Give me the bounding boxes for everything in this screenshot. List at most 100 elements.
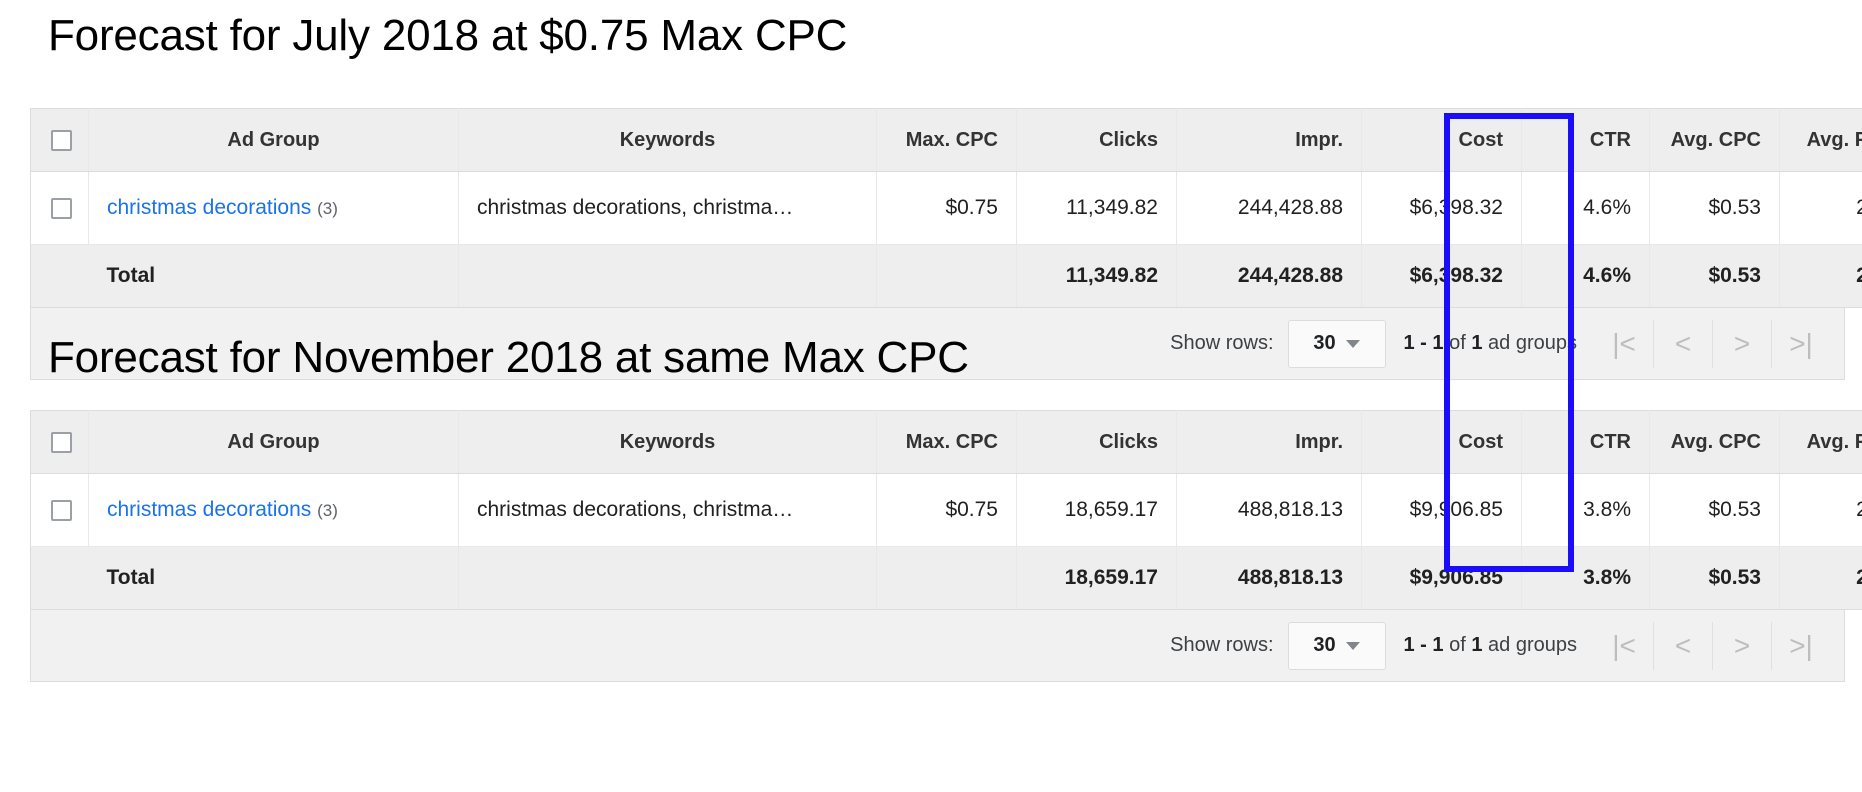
- cell-ad-group: christmas decorations (3): [89, 172, 459, 245]
- pagination-range-of: of: [1449, 332, 1466, 354]
- pagination-range-unit: ad groups: [1488, 634, 1577, 656]
- ad-group-keyword-count: (3): [317, 199, 338, 218]
- cell-ctr: 4.6%: [1522, 172, 1650, 245]
- cell-avg-cpc: $0.53: [1650, 474, 1780, 547]
- forecast-table-november: Ad Group Keywords Max. CPC Clicks Impr. …: [30, 410, 1862, 682]
- pagination-range: 1 - 1 of 1 ad groups: [1404, 332, 1578, 355]
- column-header-ctr[interactable]: CTR: [1522, 109, 1650, 172]
- table-total-row: Total 18,659.17 488,818.13 $9,906.85 3.8…: [31, 547, 1862, 610]
- row-checkbox[interactable]: [51, 198, 72, 219]
- row-select-cell[interactable]: [31, 172, 89, 245]
- show-rows-label: Show rows:: [1170, 634, 1273, 657]
- total-avg-cpc: $0.53: [1650, 547, 1780, 610]
- table-total-row: Total 11,349.82 244,428.88 $6,398.32 4.6…: [31, 245, 1862, 308]
- total-cost: $9,906.85: [1362, 547, 1522, 610]
- show-rows-label: Show rows:: [1170, 332, 1273, 355]
- column-header-impr[interactable]: Impr.: [1177, 109, 1362, 172]
- first-page-icon[interactable]: |<: [1595, 622, 1653, 670]
- page-title-november: Forecast for November 2018 at same Max C…: [48, 336, 969, 380]
- column-header-ad-group[interactable]: Ad Group: [89, 109, 459, 172]
- pagination-range-unit: ad groups: [1488, 332, 1577, 354]
- cell-keywords: christmas decorations, christma…: [459, 172, 877, 245]
- total-max-cpc: [877, 547, 1017, 610]
- column-header-avg-pos[interactable]: Avg. Pos.: [1780, 411, 1862, 474]
- last-page-icon[interactable]: >|: [1771, 622, 1830, 670]
- table-row: christmas decorations (3) christmas deco…: [31, 172, 1862, 245]
- pagination-range-total: 1: [1471, 634, 1482, 656]
- pagination-range-total: 1: [1471, 332, 1482, 354]
- ad-group-link[interactable]: christmas decorations: [107, 498, 311, 521]
- total-impr: 488,818.13: [1177, 547, 1362, 610]
- column-header-impr[interactable]: Impr.: [1177, 411, 1362, 474]
- cell-max-cpc: $0.75: [877, 172, 1017, 245]
- table-header-row: Ad Group Keywords Max. CPC Clicks Impr. …: [31, 411, 1862, 474]
- cell-ctr: 3.8%: [1522, 474, 1650, 547]
- cell-keywords: christmas decorations, christma…: [459, 474, 877, 547]
- section-title-november: Forecast for November 2018 at same Max C…: [48, 336, 969, 380]
- column-header-avg-cpc[interactable]: Avg. CPC: [1650, 109, 1780, 172]
- total-label: Total: [89, 245, 459, 308]
- total-ctr: 4.6%: [1522, 245, 1650, 308]
- next-page-icon[interactable]: >: [1712, 622, 1771, 670]
- row-checkbox[interactable]: [51, 500, 72, 521]
- ad-group-link[interactable]: christmas decorations: [107, 196, 311, 219]
- column-header-ad-group[interactable]: Ad Group: [89, 411, 459, 474]
- pagination-controls: |< < > >|: [1595, 320, 1830, 368]
- total-spacer-cell: [31, 547, 89, 610]
- column-header-ctr[interactable]: CTR: [1522, 411, 1650, 474]
- total-max-cpc: [877, 245, 1017, 308]
- ad-groups-table-november: Ad Group Keywords Max. CPC Clicks Impr. …: [30, 410, 1862, 610]
- total-keywords: [459, 245, 877, 308]
- cell-avg-pos: 2.09: [1780, 172, 1862, 245]
- prev-page-icon[interactable]: <: [1653, 622, 1712, 670]
- page-title-july: Forecast for July 2018 at $0.75 Max CPC: [48, 14, 847, 58]
- column-header-cost[interactable]: Cost: [1362, 109, 1522, 172]
- total-cost: $6,398.32: [1362, 245, 1522, 308]
- column-header-clicks[interactable]: Clicks: [1017, 109, 1177, 172]
- prev-page-icon[interactable]: <: [1653, 320, 1712, 368]
- column-header-cost[interactable]: Cost: [1362, 411, 1522, 474]
- cell-ad-group: christmas decorations (3): [89, 474, 459, 547]
- total-clicks: 11,349.82: [1017, 245, 1177, 308]
- cell-clicks: 18,659.17: [1017, 474, 1177, 547]
- total-avg-pos: 2.09: [1780, 547, 1862, 610]
- chevron-down-icon: [1346, 340, 1360, 348]
- first-page-icon[interactable]: |<: [1595, 320, 1653, 368]
- row-select-cell[interactable]: [31, 474, 89, 547]
- cell-max-cpc: $0.75: [877, 474, 1017, 547]
- rows-per-page-value: 30: [1313, 634, 1335, 657]
- pagination-range-of: of: [1449, 634, 1466, 656]
- screenshot-page: Forecast for July 2018 at $0.75 Max CPC: [0, 0, 1862, 792]
- column-header-max-cpc[interactable]: Max. CPC: [877, 411, 1017, 474]
- column-header-avg-cpc[interactable]: Avg. CPC: [1650, 411, 1780, 474]
- select-all-header[interactable]: [31, 109, 89, 172]
- column-header-max-cpc[interactable]: Max. CPC: [877, 109, 1017, 172]
- select-all-checkbox[interactable]: [51, 432, 72, 453]
- cell-cost: $9,906.85: [1362, 474, 1522, 547]
- column-header-avg-pos[interactable]: Avg. Pos.: [1780, 109, 1862, 172]
- cell-impr: 244,428.88: [1177, 172, 1362, 245]
- total-avg-cpc: $0.53: [1650, 245, 1780, 308]
- pagination-range: 1 - 1 of 1 ad groups: [1404, 634, 1578, 657]
- table-footer-november: Show rows: 30 1 - 1 of 1 ad groups |< < …: [30, 610, 1845, 682]
- select-all-checkbox[interactable]: [51, 130, 72, 151]
- rows-per-page-select[interactable]: 30: [1288, 320, 1386, 368]
- pagination-controls: |< < > >|: [1595, 622, 1830, 670]
- column-header-keywords[interactable]: Keywords: [459, 109, 877, 172]
- cell-avg-cpc: $0.53: [1650, 172, 1780, 245]
- total-label: Total: [89, 547, 459, 610]
- column-header-clicks[interactable]: Clicks: [1017, 411, 1177, 474]
- total-impr: 244,428.88: [1177, 245, 1362, 308]
- last-page-icon[interactable]: >|: [1771, 320, 1830, 368]
- rows-per-page-value: 30: [1313, 332, 1335, 355]
- cell-impr: 488,818.13: [1177, 474, 1362, 547]
- pagination-range-start: 1 - 1: [1404, 634, 1444, 656]
- ad-group-keyword-count: (3): [317, 501, 338, 520]
- total-clicks: 18,659.17: [1017, 547, 1177, 610]
- cell-clicks: 11,349.82: [1017, 172, 1177, 245]
- select-all-header[interactable]: [31, 411, 89, 474]
- table-row: christmas decorations (3) christmas deco…: [31, 474, 1862, 547]
- column-header-keywords[interactable]: Keywords: [459, 411, 877, 474]
- rows-per-page-select[interactable]: 30: [1288, 622, 1386, 670]
- next-page-icon[interactable]: >: [1712, 320, 1771, 368]
